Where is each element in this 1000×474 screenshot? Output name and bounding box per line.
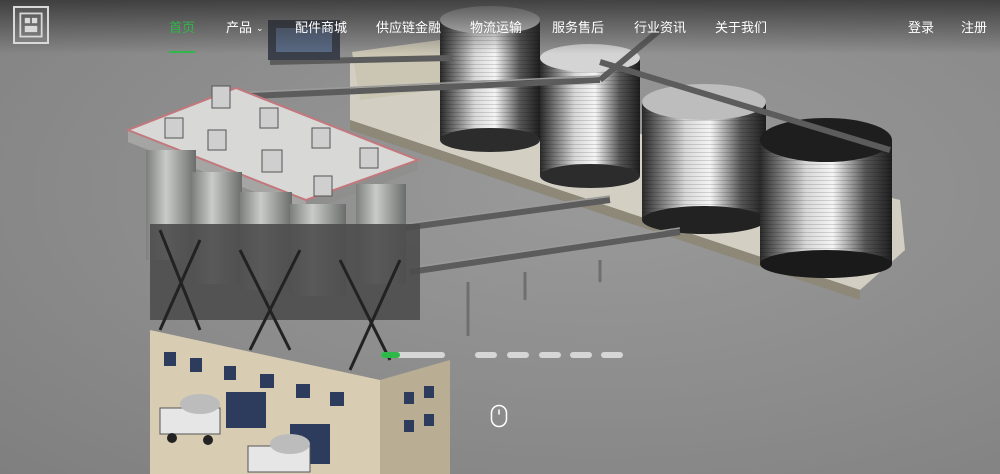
silo-plant-illustration <box>125 6 905 474</box>
register-link[interactable]: 注册 <box>961 17 987 36</box>
active-nav-indicator <box>169 51 195 53</box>
top-navigation-bar: 首页 产品 ⌄ 配件商城 供应链金融 物流运输 服务售后 行业资讯 关于我们 登录… <box>0 0 1000 54</box>
chevron-down-icon: ⌄ <box>256 24 264 34</box>
nav-label-home: 首页 <box>169 21 196 36</box>
nav-item-products[interactable]: 产品 ⌄ <box>226 17 264 36</box>
nav-item-home[interactable]: 首页 <box>169 17 195 36</box>
nav-label-logistics: 物流运输 <box>470 21 523 36</box>
carousel-dot[interactable] <box>539 352 561 358</box>
nav-label-about-us: 关于我们 <box>715 21 768 36</box>
carousel-dot[interactable] <box>570 352 592 358</box>
nav-item-logistics[interactable]: 物流运输 <box>470 17 522 36</box>
steel-tank-2 <box>540 44 640 188</box>
nav-item-about-us[interactable]: 关于我们 <box>715 17 767 36</box>
nav-label-industry-news: 行业资讯 <box>634 21 687 36</box>
nav-item-supply-chain-finance[interactable]: 供应链金融 <box>376 17 441 36</box>
nav-item-after-sales[interactable]: 服务售后 <box>552 17 604 36</box>
nav-label-after-sales: 服务售后 <box>552 21 605 36</box>
logo-icon[interactable] <box>13 6 49 44</box>
nav-item-industry-news[interactable]: 行业资讯 <box>634 17 686 36</box>
nav-label-supply-chain-finance: 供应链金融 <box>376 21 442 36</box>
carousel-dot[interactable] <box>507 352 529 358</box>
mouse-icon[interactable] <box>490 404 508 428</box>
carousel-dot[interactable] <box>475 352 497 358</box>
carousel-progress-fill <box>381 352 401 358</box>
nav-item-parts-mall[interactable]: 配件商城 <box>295 17 347 36</box>
hero-banner <box>0 0 1000 474</box>
nav-label-products: 产品 <box>226 21 253 36</box>
login-link[interactable]: 登录 <box>908 17 934 36</box>
carousel-dot-active[interactable] <box>381 352 445 358</box>
nav-label-parts-mall: 配件商城 <box>295 21 348 36</box>
carousel-dot[interactable] <box>601 352 623 358</box>
